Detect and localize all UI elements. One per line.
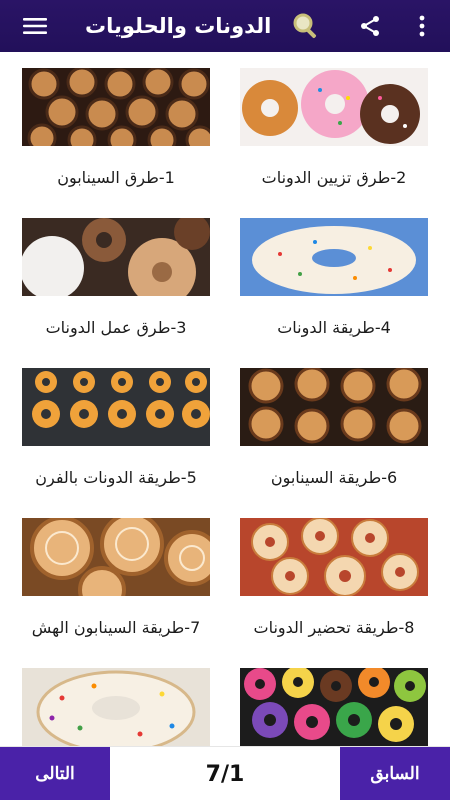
page-indicator: 7/1: [205, 761, 245, 787]
recipe-card[interactable]: 1-طرق السينابون: [22, 68, 210, 187]
menu-icon[interactable]: [20, 0, 50, 52]
app-title: الدونات والحلويات: [85, 14, 272, 38]
recipe-card[interactable]: [22, 668, 210, 746]
recipe-title: 3-طرق عمل الدونات: [45, 318, 187, 337]
recipe-title: 8-طريقة تحضير الدونات: [253, 618, 415, 637]
recipe-image-cinnamon-rolls-glazed: [22, 518, 210, 596]
recipe-title: 7-طريقة السينابون الهش: [31, 618, 201, 637]
recipe-card[interactable]: 2-طرق تزيين الدونات: [240, 68, 428, 187]
recipe-image-assorted-donuts: [22, 218, 210, 296]
next-button[interactable]: التالى: [0, 747, 110, 800]
more-vert-icon[interactable]: [410, 0, 434, 52]
recipe-card[interactable]: 3-طرق عمل الدونات: [22, 218, 210, 337]
recipe-image-cinnamon-rolls-pan: [240, 368, 428, 446]
previous-button[interactable]: السابق: [340, 747, 450, 800]
recipe-card[interactable]: [240, 668, 428, 746]
app-bar: الدونات والحلويات: [0, 0, 450, 52]
recipe-image-baked-donuts-pan: [22, 368, 210, 446]
recipe-image-glazed-donuts-plate: [240, 518, 428, 596]
recipe-image-colorful-donuts-box: [240, 668, 428, 746]
recipe-title: 1-طرق السينابون: [57, 168, 175, 187]
share-icon[interactable]: [355, 0, 385, 52]
recipe-card[interactable]: 7-طريقة السينابون الهش: [22, 518, 210, 637]
recipe-title: 6-طريقة السينابون: [270, 468, 398, 487]
recipe-image-decorated-donuts: [240, 68, 428, 146]
recipe-image-cinnamon-rolls-tray: [22, 68, 210, 146]
search-icon[interactable]: [288, 0, 324, 52]
recipe-card[interactable]: 6-طريقة السينابون: [240, 368, 428, 487]
recipe-card[interactable]: 4-طريقة الدونات: [240, 218, 428, 337]
recipe-title: 4-طريقة الدونات: [277, 318, 391, 337]
recipe-title: 5-طريقة الدونات بالفرن: [35, 468, 197, 487]
recipe-card[interactable]: 5-طريقة الدونات بالفرن: [22, 368, 210, 487]
recipe-image-sprinkle-donut: [240, 218, 428, 296]
recipe-grid: 2-طرق تزيين الدونات 1-طرق السينابون 4-طر…: [0, 52, 450, 746]
recipe-image-sprinkle-donut-closeup: [22, 668, 210, 746]
recipe-card[interactable]: 8-طريقة تحضير الدونات: [240, 518, 428, 637]
pagination-bar: التالى 7/1 السابق: [0, 746, 450, 800]
recipe-title: 2-طرق تزيين الدونات: [261, 168, 407, 187]
